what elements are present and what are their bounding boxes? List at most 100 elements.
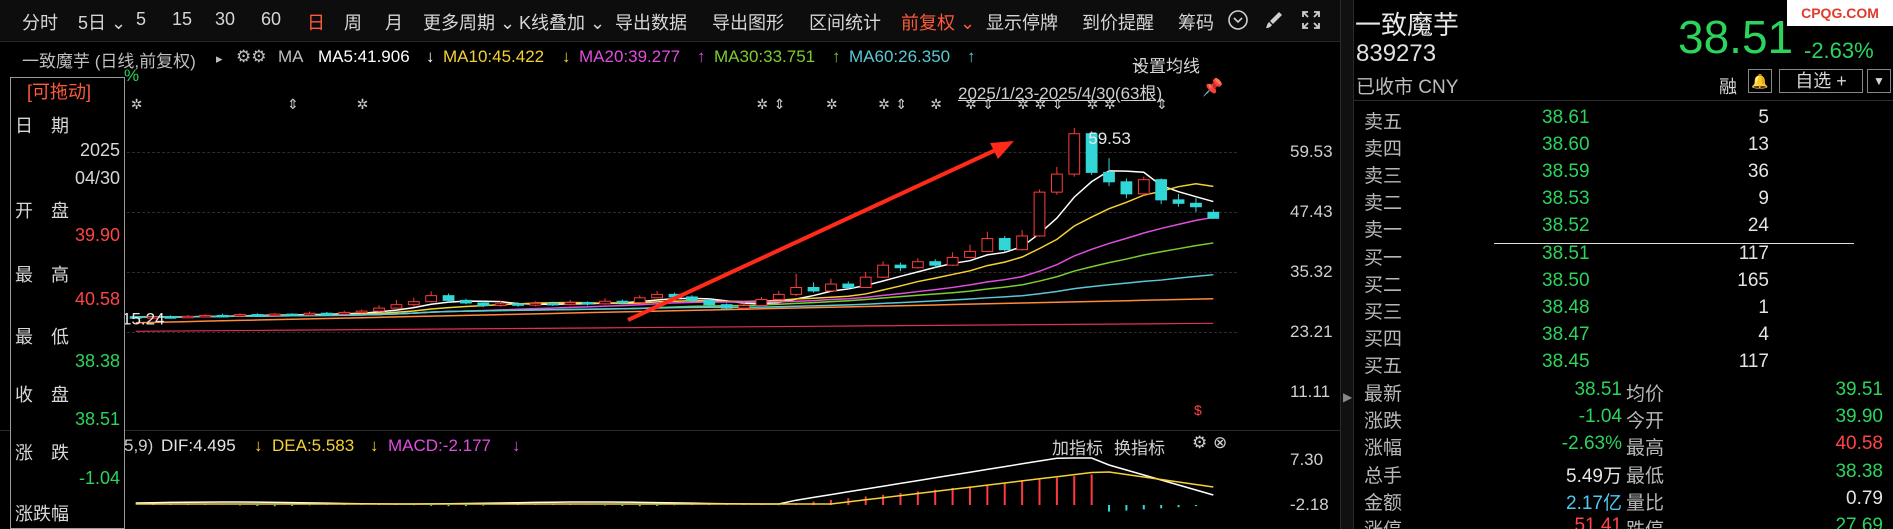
bid-row[interactable]: 买四 38.47 4 [1354,322,1893,350]
export-chart-button[interactable]: 导出图形 [712,9,784,35]
level-volume: 1 [1758,296,1769,318]
drag-handle[interactable]: [可拖动] [11,78,124,106]
ask-row[interactable]: 卖一 38.52 24 [1354,213,1893,241]
close-value: 38.51 [74,409,120,429]
range-stats-button[interactable]: 区间统计 [809,9,881,35]
ma20-value: MA20:39.277 [579,47,681,66]
candle-body [268,313,281,317]
level-label: 卖五 [1364,112,1403,133]
info-marker-icon: ✲ [1087,97,1099,113]
adjust-dropdown[interactable]: 前复权 ⌄ [901,9,975,35]
bell-icon[interactable]: 🔔 [1748,69,1772,93]
level-label: 买一 [1364,247,1403,269]
ma60-value: MA60:26.350 [849,47,951,66]
expand-icon[interactable] [1299,9,1323,33]
chip-distribution-button[interactable]: 筹码 [1178,9,1214,35]
brush-icon[interactable] [1262,9,1286,33]
candle-body [181,315,194,319]
candle-body [477,302,490,307]
stats-row: 涨幅 -2.63% 最高 40.58 [1354,431,1893,460]
arrow-up-icon: ↑ [832,47,841,66]
ma-legend: 一致魔芋 (日线,前复权) ▸ ⚙⚙ MA MA5:41.906 ↓ MA10:… [0,42,1340,76]
stat-label: 涨跌 [1364,411,1403,433]
info-marker-icon: ✲ [756,97,768,113]
period-month[interactable]: 月 [385,9,403,35]
change-value: -1.04 [78,468,120,488]
year-value: 2025 [79,140,120,160]
event-marker-icon: ⇕ [774,97,786,113]
period-week[interactable]: 周 [344,9,362,35]
info-marker-icon: ✲ [826,97,838,113]
arrow-down-icon: ↓ [426,47,435,66]
panel-splitter[interactable] [1340,0,1354,529]
stat-value: 38.38 [1835,460,1883,482]
export-data-button[interactable]: 导出数据 [615,9,687,35]
candle-body [825,283,837,292]
show-suspension-button[interactable]: 显示停牌 [986,9,1058,35]
kline-overlay-dropdown[interactable]: K线叠加 ⌄ [519,9,605,35]
bid-row[interactable]: 买一 38.51 117 [1354,241,1893,269]
candle-body [633,297,646,304]
level-price: 38.61 [1542,107,1590,128]
period-5min[interactable]: 5 [136,9,146,30]
add-watchlist-button[interactable]: 自选 + [1779,69,1863,93]
collapse-arrow-icon[interactable]: ▶ [1343,390,1352,404]
candle-body [685,296,698,301]
stat-label: 跌停 [1626,515,1664,529]
level-price: 38.53 [1542,188,1590,210]
candle-body [1190,202,1202,208]
date-value: 04/30 [74,168,120,188]
event-marker-icon: ⇕ [895,97,907,113]
ask-row[interactable]: 卖五 38.61 5 [1354,105,1893,133]
stat-label: 均价 [1626,384,1665,405]
kline-chart[interactable]: 59.53 47.43 35.32 23.21 11.11 2025/1/23-… [0,66,1340,427]
more-periods-dropdown[interactable]: 更多周期 ⌄ [423,9,515,35]
price-alert-button[interactable]: 到价提醒 [1082,9,1154,35]
level-label: 买四 [1364,328,1403,350]
candle-body [772,293,785,301]
period-60min[interactable]: 60 [261,9,281,30]
candle-body [807,287,820,292]
dea-line [135,471,1214,505]
bid-row[interactable]: 买二 38.50 165 [1354,268,1893,296]
ohlc-info-panel[interactable]: [可拖动] 日 期 2025 04/30 开 盘 39.90 最 高 40.58… [10,77,125,529]
adjust-label: 前复权 [901,13,955,33]
period-day[interactable]: 日 [307,9,325,35]
candle-body [738,305,750,309]
level-price: 38.59 [1542,161,1590,183]
arrow-up-icon: ↑ [697,47,706,66]
macd-chart[interactable]: 5,9) DIF:4.495 ↓ DEA:5.583 ↓ MACD:-2.177… [0,430,1340,529]
level-label: 买二 [1364,274,1403,296]
ask-row[interactable]: 卖四 38.60 13 [1354,132,1893,160]
ask-row[interactable]: 卖二 38.53 9 [1354,186,1893,214]
period-30min[interactable]: 30 [215,9,235,30]
period-15min[interactable]: 15 [172,9,192,30]
event-marker-icon: ⇕ [1156,97,1168,113]
stat-label: 最高 [1626,438,1665,460]
triangle-right-icon[interactable]: ▸ [216,51,223,67]
level-volume: 24 [1747,215,1769,237]
level-volume: 36 [1747,161,1769,183]
last-price: 38.51 [1678,11,1794,63]
candle-body [1050,173,1063,193]
candle-body [425,295,438,303]
level-volume: 4 [1758,323,1769,345]
candle-body [1016,235,1029,251]
ask-row[interactable]: 卖三 38.59 36 [1354,159,1893,187]
period-timeshare[interactable]: 分时 [22,9,58,35]
price-pct: -2.63% [1804,38,1874,63]
bid-row[interactable]: 买三 38.48 1 [1354,295,1893,323]
info-marker-icon: ✲ [131,97,143,113]
stat-value: 40.58 [1835,433,1883,455]
margin-tag: 融 [1719,77,1737,97]
candle-body [164,316,177,319]
circle-chevron-down-icon[interactable] [1226,9,1250,33]
candle-body [581,302,594,305]
bid-row[interactable]: 买五 38.45 117 [1354,349,1893,377]
period-5day[interactable]: 5日 ⌄ [78,9,126,35]
gear-icon[interactable]: ⚙⚙ [236,47,266,67]
candle-body [564,302,577,305]
level-volume: 9 [1758,188,1769,210]
candle-body [216,314,229,318]
caret-down-icon[interactable]: ▼ [1867,69,1891,93]
